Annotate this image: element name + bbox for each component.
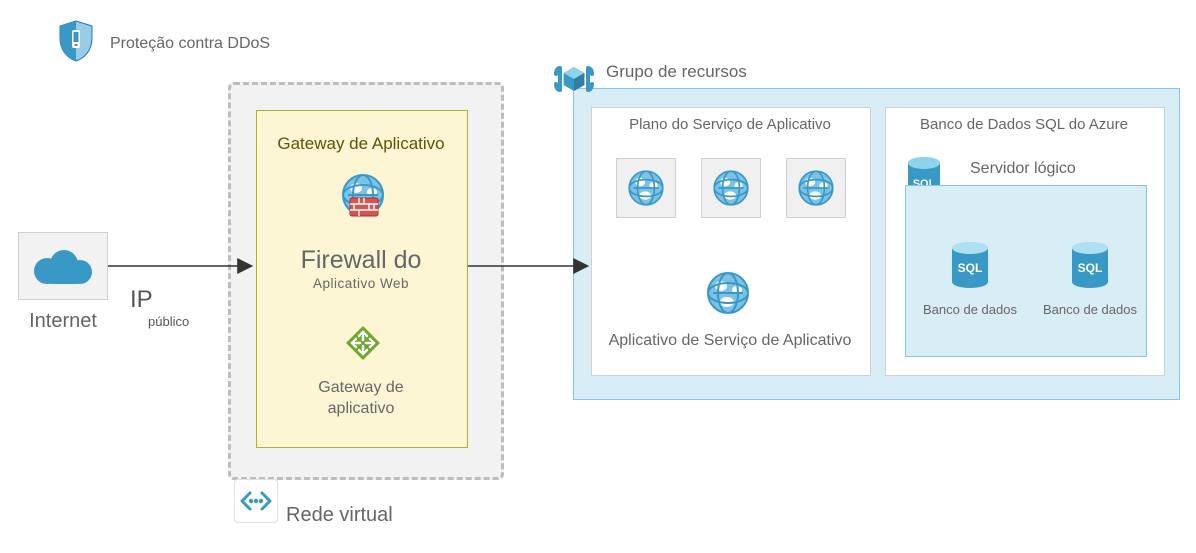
resource-group-label: Grupo de recursos	[606, 62, 747, 82]
web-app-tile	[616, 158, 676, 218]
ddos-label: Proteção contra DDoS	[110, 35, 270, 53]
sql-database-icon: SQL	[947, 240, 993, 296]
svg-text:SQL: SQL	[958, 261, 983, 275]
application-gateway-title: Gateway de Aplicativo	[256, 134, 466, 154]
waf-label-2: Aplicativo Web	[256, 276, 466, 291]
app-service-app-label: Aplicativo de Serviço de Aplicativo	[591, 332, 869, 350]
web-app-tiles-row	[616, 158, 846, 218]
app-service-plan-title: Plano do Serviço de Aplicativo	[591, 116, 869, 133]
internet-label: Internet	[18, 310, 108, 333]
app-service-app-node	[703, 268, 753, 323]
resource-group-icon	[548, 52, 600, 109]
web-app-tile	[701, 158, 761, 218]
application-gateway-label: Gateway de aplicativo	[256, 378, 466, 420]
waf-label-1: Firewall do	[256, 246, 466, 275]
public-ip-label: IP público	[130, 286, 189, 329]
ddos-protection: Proteção contra DDoS	[58, 20, 270, 67]
vnet-label: Rede virtual	[286, 504, 393, 527]
sql-database-label: Banco de dados	[923, 302, 1017, 317]
sql-database-node: SQL Banco de dados	[1035, 240, 1145, 317]
sql-logical-server-label: Servidor lógico	[970, 160, 1076, 178]
cloud-icon	[34, 248, 92, 284]
svg-text:SQL: SQL	[1078, 261, 1103, 275]
sql-databases-row: SQL Banco de dados SQL Banco de dados	[915, 240, 1145, 317]
sql-database-label: Banco de dados	[1043, 302, 1137, 317]
shield-icon	[58, 20, 94, 67]
ip-sub-label: público	[148, 314, 189, 329]
ip-label: IP	[130, 286, 189, 314]
waf-icon	[338, 170, 388, 225]
azure-sql-title: Banco de Dados SQL do Azure	[885, 116, 1163, 133]
sql-database-icon: SQL	[1067, 240, 1113, 296]
application-gateway-icon	[342, 322, 384, 369]
sql-database-node: SQL Banco de dados	[915, 240, 1025, 317]
web-app-tile	[786, 158, 846, 218]
internet-node	[18, 232, 108, 300]
vnet-icon	[234, 479, 278, 523]
